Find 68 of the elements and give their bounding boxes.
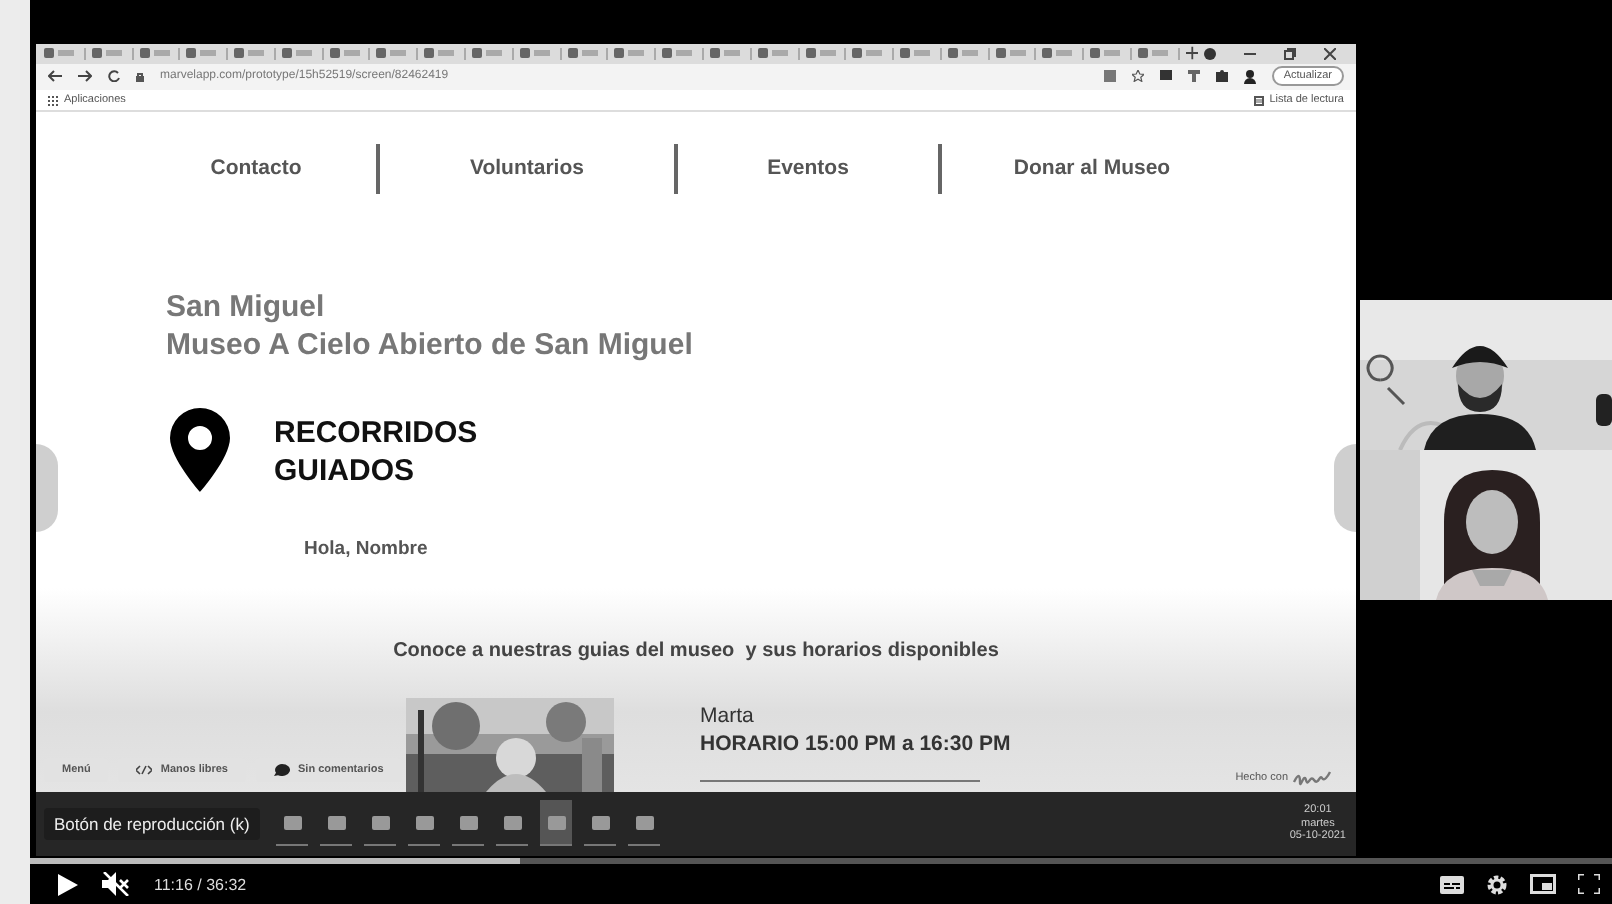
logo-icon[interactable] [1292, 769, 1332, 786]
fullscreen-button[interactable] [1578, 874, 1600, 894]
nav-link[interactable]: Donar al Museo [1013, 156, 1171, 181]
guide-name: Marta [700, 703, 754, 728]
browser-tab[interactable] [329, 47, 371, 60]
restore-icon[interactable] [1284, 47, 1297, 60]
settings-icon [1486, 873, 1508, 895]
browser-tab[interactable] [91, 47, 134, 60]
code-icon [136, 763, 153, 776]
subtitles-button[interactable] [1440, 875, 1464, 893]
taskbar-app-icon[interactable] [540, 800, 572, 847]
browser-tab[interactable] [424, 47, 467, 60]
browser-tab[interactable] [472, 47, 514, 60]
time-display: 11:16 / 36:32 [154, 875, 247, 893]
profile-icon[interactable] [1204, 47, 1217, 60]
subtitles-icon [1440, 875, 1464, 893]
browser-tab[interactable] [805, 47, 847, 60]
browser-tab[interactable] [234, 47, 276, 60]
browser-tab[interactable] [757, 47, 799, 60]
museum-title: Museo A Cielo Abierto de San Miguel [166, 325, 693, 364]
browser-tab[interactable] [376, 47, 419, 60]
browser-tab[interactable] [281, 47, 324, 60]
browser-tab[interactable] [1042, 47, 1085, 60]
browser-tab[interactable] [44, 47, 86, 60]
tooltip: Botón de reproducción (k) [44, 807, 260, 840]
puzzle-icon[interactable] [1215, 70, 1228, 83]
browser-tab[interactable] [852, 47, 895, 60]
browser-tab[interactable] [662, 47, 704, 60]
volume-button[interactable] [102, 872, 130, 896]
browser-tab[interactable] [995, 47, 1037, 60]
intro-text: Conoce a nuestras guias del museo y sus horarios disponibles [393, 639, 999, 662]
muted-speaker-icon [102, 872, 130, 896]
lock-icon [136, 71, 144, 82]
fullscreen-icon [1578, 874, 1600, 894]
minimize-icon[interactable] [1244, 47, 1257, 60]
nav-link[interactable]: Voluntarios [470, 156, 584, 181]
play-button[interactable] [58, 873, 78, 895]
nav-link[interactable]: Eventos [767, 156, 849, 181]
star-icon[interactable] [1131, 70, 1144, 83]
browser-tab[interactable] [1090, 47, 1132, 60]
apps-icon[interactable] [48, 95, 58, 106]
browser-tab[interactable] [139, 47, 181, 60]
location-text: San Miguel [166, 287, 325, 326]
add-tab-icon[interactable] [1185, 46, 1199, 61]
back-icon[interactable] [48, 70, 62, 83]
map-pin-icon [170, 407, 230, 492]
browser-tab[interactable] [900, 47, 942, 60]
browser-tab[interactable] [186, 47, 229, 60]
reading-list-icon[interactable] [1253, 95, 1264, 106]
reload-icon[interactable] [108, 70, 120, 83]
browser-tab[interactable] [567, 47, 609, 60]
miniplayer-button[interactable] [1530, 874, 1556, 894]
nav-link[interactable]: Contacto [210, 156, 302, 181]
greeting-text: Hola, Nombre [304, 537, 428, 560]
guide-schedule: HORARIO 15:00 PM a 16:30 PM [700, 731, 1011, 756]
browser-tab[interactable] [519, 47, 562, 60]
forward-icon[interactable] [78, 70, 92, 83]
browser-tab[interactable] [1137, 47, 1180, 60]
browser-tab[interactable] [709, 47, 752, 60]
close-icon[interactable] [1324, 47, 1337, 60]
settings-button[interactable] [1486, 873, 1508, 895]
browser-tab[interactable] [614, 47, 657, 60]
browser-tab[interactable] [947, 47, 990, 60]
avatar-icon[interactable] [1243, 69, 1256, 84]
miniplayer-icon [1530, 874, 1556, 894]
play-icon [58, 873, 78, 895]
comment-icon [274, 763, 290, 776]
section-title: RECORRIDOS GUIADOS [274, 413, 480, 490]
